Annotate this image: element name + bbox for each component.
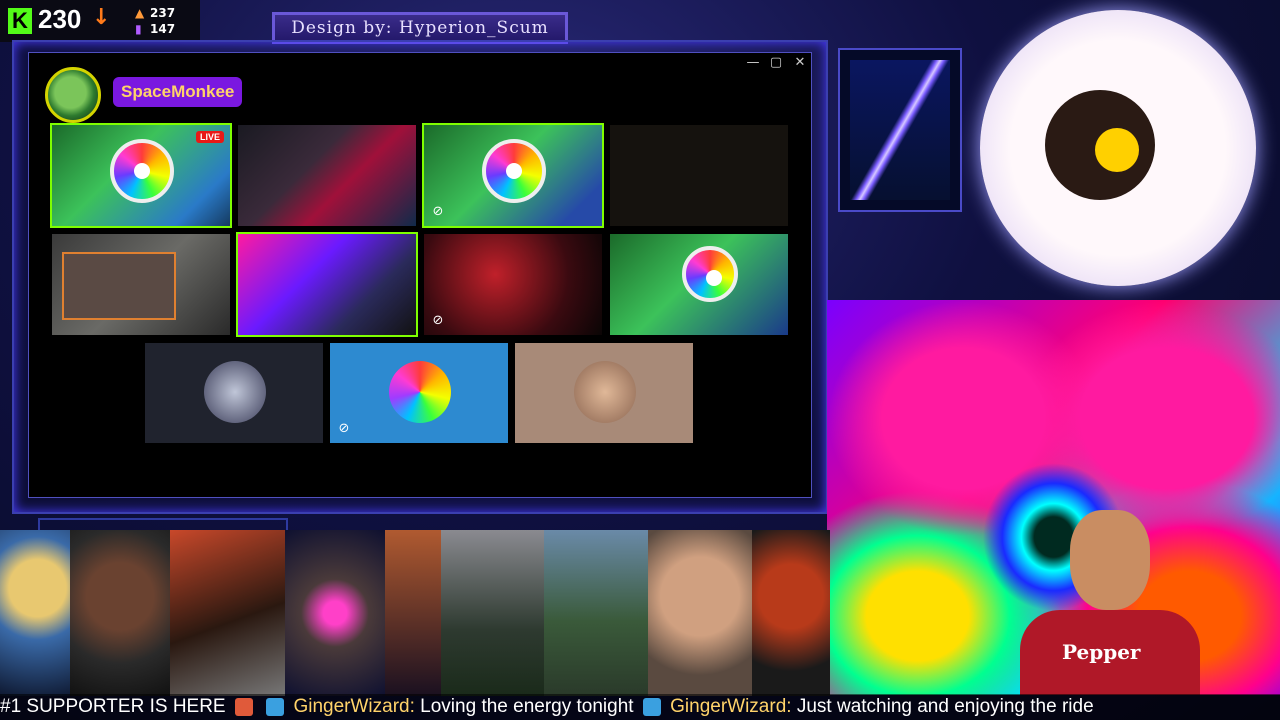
avatar-fisherman (544, 530, 648, 696)
muted-mic-icon[interactable]: ⊘ (430, 313, 446, 329)
multistream-window: — ▢ ✕ SpaceMonkee LIVE ⊘ ⊘ ⊘ (28, 52, 812, 498)
ticker-message: Just watching and enjoying the ride (796, 696, 1094, 717)
stream-tile[interactable] (610, 125, 788, 226)
side-decor-panel (838, 48, 962, 212)
shirt-logo: Pepper (1062, 640, 1141, 664)
streamer-head (1070, 510, 1150, 610)
participant-tile[interactable] (515, 343, 693, 443)
participant-tile[interactable]: ⊘ (330, 343, 508, 443)
minimize-button[interactable]: — (743, 53, 763, 73)
stream-tile[interactable] (610, 234, 788, 335)
stream-tile[interactable] (238, 125, 416, 226)
muted-mic-icon[interactable]: ⊘ (430, 204, 446, 220)
stream-tile[interactable] (236, 232, 418, 337)
viewer-count: 230 (38, 4, 82, 34)
participant-avatar (574, 361, 636, 423)
badge-icon (642, 697, 661, 716)
kick-logo-icon: K (8, 8, 32, 34)
avatar-duck (0, 530, 75, 696)
stream-tile[interactable]: ⊘ (424, 234, 602, 335)
follower-icon: ▲ (135, 6, 145, 20)
avatar-girl (385, 530, 441, 696)
ticker-username[interactable]: GingerWizard (670, 696, 786, 717)
close-button[interactable]: ✕ (790, 53, 810, 73)
stream-tile[interactable]: LIVE (50, 123, 232, 228)
lollipop-icon (1095, 128, 1139, 172)
bars-icon: ▮ (135, 22, 142, 36)
prize-wheel (482, 139, 546, 203)
avatar-monkey (285, 530, 385, 696)
participant-avatar (204, 361, 266, 423)
muted-mic-icon[interactable]: ⊘ (336, 421, 352, 437)
stat-subs: 147 (150, 22, 176, 36)
participant-tile[interactable] (145, 343, 323, 443)
live-badge: LIVE (195, 131, 224, 143)
prize-wheel (682, 246, 738, 302)
emote-icon (234, 697, 253, 716)
trend-down-icon: ↓ (92, 5, 111, 30)
prize-wheel (110, 139, 174, 203)
badge-icon (266, 697, 285, 716)
channel-avatar[interactable] (45, 67, 101, 123)
avatar-shirtless (648, 530, 752, 696)
participant-avatar (389, 361, 451, 423)
streamer-webcam: Pepper (1010, 500, 1210, 695)
stream-stats-bar: K 230 ↓ ▲ 237 ▮ 147 (0, 0, 200, 42)
stat-followers: 237 (150, 6, 176, 20)
maximize-button[interactable]: ▢ (766, 53, 786, 73)
window-titlebar[interactable]: — ▢ ✕ (29, 53, 811, 73)
ticker-prefix: #1 SUPPORTER IS HERE (0, 696, 226, 717)
channel-name[interactable]: SpaceMonkee (113, 77, 243, 107)
stream-tile[interactable]: ⊘ (422, 123, 604, 228)
avatar-man (70, 530, 170, 696)
ticker-username[interactable]: GingerWizard (293, 696, 409, 717)
webcam-inset (62, 252, 176, 320)
ticker-message: Loving the energy tonight (420, 696, 634, 717)
community-avatar-strip (0, 530, 830, 696)
avatar-redbeard (752, 530, 830, 696)
avatar-anime (170, 530, 285, 696)
avatar-castle (441, 530, 544, 696)
chat-ticker: #1 SUPPORTER IS HERE GingerWizard: Lovin… (0, 694, 1280, 720)
stream-tile[interactable] (52, 234, 230, 335)
lightning-graphic (850, 60, 950, 200)
